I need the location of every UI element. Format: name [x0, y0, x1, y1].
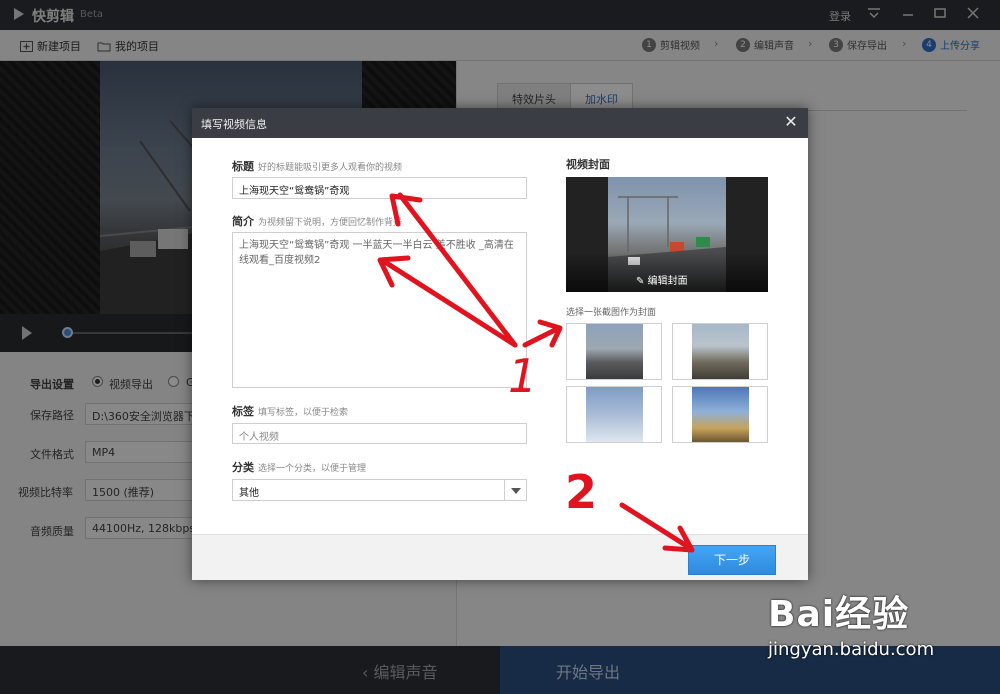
edit-cover-button[interactable]: ✎ 编辑封面	[636, 272, 688, 287]
choose-frame-label: 选择一张截图作为封面	[566, 308, 657, 318]
pencil-icon: ✎	[636, 276, 645, 287]
close-icon[interactable]: ✕	[782, 113, 800, 131]
title-hint: 好的标题能吸引更多人观看你的视频	[258, 163, 403, 173]
category-hint: 选择一个分类，以便于管理	[258, 464, 367, 474]
frame-thumbnail[interactable]	[566, 323, 662, 380]
frame-thumbnail[interactable]	[566, 386, 662, 443]
baidu-watermark: Bai经验 jingyan.baidu.com	[768, 585, 934, 660]
frame-thumbnail[interactable]	[672, 386, 768, 443]
category-field-label: 分类 选择一个分类，以便于管理	[232, 461, 367, 474]
watermark-url: jingyan.baidu.com	[768, 639, 935, 660]
title-input[interactable]: 上海现天空“鸳鸯锅”奇观	[232, 177, 527, 199]
dialog-footer: 下一步	[192, 534, 808, 580]
tags-field-label: 标签 填写标签，以便于检索	[232, 405, 349, 418]
cover-preview[interactable]: ✎ 编辑封面	[566, 177, 768, 292]
title-field-label: 标题 好的标题能吸引更多人观看你的视频	[232, 160, 403, 173]
intro-textarea[interactable]: 上海现天空“鸳鸯锅”奇观 一半蓝天一半白云 美不胜收 _高清在线观看_百度视频2	[232, 232, 527, 388]
intro-field-label: 简介 为视频留下说明，方便回忆制作背景	[232, 215, 403, 228]
cover-title: 视频封面	[566, 158, 610, 171]
frame-thumbnail[interactable]	[672, 323, 768, 380]
category-select[interactable]: 其他	[232, 479, 527, 501]
watermark-brand: Bai经验	[768, 594, 910, 635]
dialog-header: 填写视频信息 ✕	[192, 108, 808, 138]
video-info-dialog: 填写视频信息 ✕ 标题 好的标题能吸引更多人观看你的视频 上海现天空“鸳鸯锅”奇观…	[192, 108, 808, 580]
tags-hint: 填写标签，以便于检索	[258, 408, 349, 418]
chevron-down-icon	[504, 480, 526, 500]
intro-hint: 为视频留下说明，方便回忆制作背景	[258, 218, 403, 228]
tags-input[interactable]: 个人视频	[232, 423, 527, 444]
next-step-button[interactable]: 下一步	[688, 545, 776, 575]
dialog-title: 填写视频信息	[201, 118, 267, 131]
